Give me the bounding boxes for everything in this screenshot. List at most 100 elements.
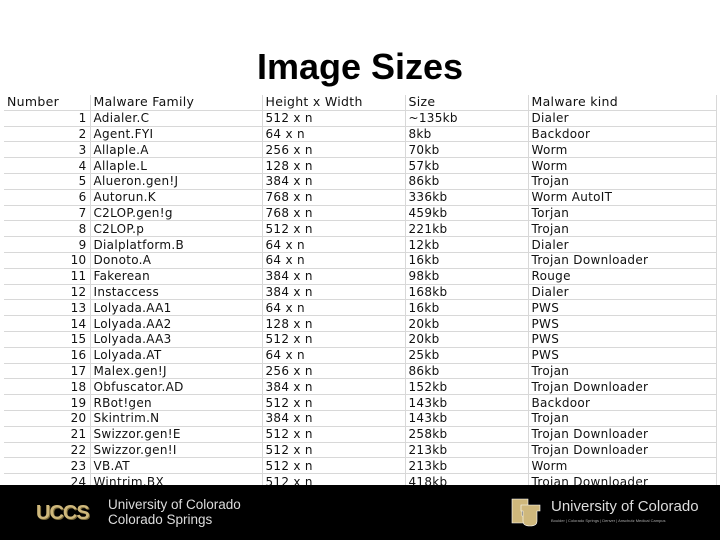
table-cell: 2 bbox=[4, 126, 91, 143]
cu-name: University of Colorado bbox=[551, 498, 699, 515]
table-cell: 64 x n bbox=[262, 299, 406, 317]
table-cell: Lolyada.AT bbox=[90, 347, 263, 364]
table-cell: 512 x n bbox=[262, 394, 406, 411]
table-cell: Trojan Downloader bbox=[528, 378, 717, 396]
table-cell: Instaccess bbox=[90, 284, 263, 301]
table-row: 18 Obfuscator.AD 384 x n 152kb Trojan Downlo… bbox=[4, 378, 717, 396]
table-cell: Trojan bbox=[528, 173, 717, 190]
table-cell: ~135kb bbox=[405, 110, 529, 127]
table-cell: Fakerean bbox=[90, 268, 263, 285]
table-cell: PWS bbox=[528, 347, 717, 364]
column-header: Malware Family bbox=[90, 95, 263, 111]
table-cell: 64 x n bbox=[262, 236, 406, 253]
table-row: 17 Malex.gen!J 256 x n 86kb Trojan bbox=[4, 363, 717, 380]
table-cell: 19 bbox=[4, 394, 91, 411]
table-cell: Backdoor bbox=[528, 394, 717, 411]
table-cell: PWS bbox=[528, 331, 717, 348]
table-cell: 12 bbox=[4, 284, 91, 301]
table-cell: PWS bbox=[528, 299, 717, 317]
table-cell: 221kb bbox=[405, 220, 529, 238]
table-cell: 128 x n bbox=[262, 157, 406, 174]
uccs-line1: University of Colorado bbox=[108, 497, 241, 512]
table-cell: 512 x n bbox=[262, 442, 406, 459]
column-header: Height x Width bbox=[262, 95, 406, 111]
table-cell: 18 bbox=[4, 378, 91, 396]
table-cell: 168kb bbox=[405, 284, 529, 301]
table-cell: Autorun.K bbox=[90, 189, 263, 206]
table-cell: Donoto.A bbox=[90, 252, 263, 269]
table-cell: 16 bbox=[4, 347, 91, 364]
table-row: 15 Lolyada.AA3 512 x n 20kb PWS bbox=[4, 331, 717, 348]
table-cell: 21 bbox=[4, 426, 91, 443]
table-row: 22 Swizzor.gen!I 512 x n 213kb Trojan Downlo… bbox=[4, 442, 717, 459]
column-header: Size bbox=[405, 95, 529, 111]
table-row: 3 Allaple.A 256 x n 70kb Worm bbox=[4, 141, 717, 159]
uccs-name: University of Colorado Colorado Springs bbox=[108, 497, 241, 527]
table-cell: PWS bbox=[528, 315, 717, 332]
table-cell: Rouge bbox=[528, 268, 717, 285]
table-cell: 459kb bbox=[405, 205, 529, 222]
table-cell: C2LOP.gen!g bbox=[90, 205, 263, 222]
table-cell: Worm bbox=[528, 457, 717, 475]
table-cell: Trojan Downloader bbox=[528, 252, 717, 269]
table-cell: 70kb bbox=[405, 141, 529, 159]
table-cell: 64 x n bbox=[262, 347, 406, 364]
table-cell: 8kb bbox=[405, 126, 529, 143]
table-cell: Agent.FYI bbox=[90, 126, 263, 143]
table-cell: 12kb bbox=[405, 236, 529, 253]
table-cell: 64 x n bbox=[262, 252, 406, 269]
table-cell: 384 x n bbox=[262, 378, 406, 396]
slide-title: Image Sizes bbox=[256, 46, 464, 87]
table-cell: 512 x n bbox=[262, 220, 406, 238]
column-header: Number bbox=[4, 95, 91, 111]
table-cell: Worm bbox=[528, 141, 717, 159]
table-cell: 384 x n bbox=[262, 173, 406, 190]
table-row: 12 Instaccess 384 x n 168kb Dialer bbox=[4, 284, 717, 301]
uccs-logo: UCCS bbox=[36, 502, 90, 524]
table-cell: 384 x n bbox=[262, 284, 406, 301]
table-cell: 17 bbox=[4, 363, 91, 380]
table-cell: 10 bbox=[4, 252, 91, 269]
table-row: 19 RBot!gen 512 x n 143kb Backdoor bbox=[4, 394, 717, 411]
table-cell: Lolyada.AA3 bbox=[90, 331, 263, 348]
table-cell: 213kb bbox=[405, 442, 529, 459]
table-row: 6 Autorun.K 768 x n 336kb Worm AutoIT bbox=[4, 189, 717, 206]
table-cell: VB.AT bbox=[90, 457, 263, 475]
table-cell: 64 x n bbox=[262, 126, 406, 143]
table-row: 21 Swizzor.gen!E 512 x n 258kb Trojan Downlo… bbox=[4, 426, 717, 443]
table-cell: 1 bbox=[4, 110, 91, 127]
table-cell: 98kb bbox=[405, 268, 529, 285]
table-row: 7 C2LOP.gen!g 768 x n 459kb Torjan bbox=[4, 205, 717, 222]
table-cell: 336kb bbox=[405, 189, 529, 206]
table-row: 11 Fakerean 384 x n 98kb Rouge bbox=[4, 268, 717, 285]
table-cell: Trojan bbox=[528, 363, 717, 380]
table-cell: 20kb bbox=[405, 315, 529, 332]
table-cell: Worm AutoIT bbox=[528, 189, 717, 206]
table-cell: 256 x n bbox=[262, 141, 406, 159]
table-cell: 23 bbox=[4, 457, 91, 475]
table-cell: 20kb bbox=[405, 331, 529, 348]
table-cell: Trojan bbox=[528, 410, 717, 427]
table-cell: 13 bbox=[4, 299, 91, 317]
table-row: 4 Allaple.L 128 x n 57kb Worm bbox=[4, 157, 717, 174]
table-cell: 213kb bbox=[405, 457, 529, 475]
table-cell: Lolyada.AA1 bbox=[90, 299, 263, 317]
cu-logo-icon bbox=[511, 498, 541, 527]
table-cell: 7 bbox=[4, 205, 91, 222]
table-row: 20 Skintrim.N 384 x n 143kb Trojan bbox=[4, 410, 717, 427]
table-cell: Backdoor bbox=[528, 126, 717, 143]
table-cell: Allaple.L bbox=[90, 157, 263, 174]
table-row: 1 Adialer.C 512 x n ~135kb Dialer bbox=[4, 110, 717, 127]
table-cell: 512 x n bbox=[262, 110, 406, 127]
table-row: 10 Donoto.A 64 x n 16kb Trojan Downloader bbox=[4, 252, 717, 269]
table-cell: 4 bbox=[4, 157, 91, 174]
table-cell: 11 bbox=[4, 268, 91, 285]
table-cell: Alueron.gen!J bbox=[90, 173, 263, 190]
table-cell: 384 x n bbox=[262, 268, 406, 285]
table-cell: 258kb bbox=[405, 426, 529, 443]
table-header-row: Number Malware Family Height x Width Size Ma… bbox=[4, 95, 717, 111]
column-header: Malware kind bbox=[528, 95, 717, 111]
table-cell: C2LOP.p bbox=[90, 220, 263, 238]
table-cell: 3 bbox=[4, 141, 91, 159]
table-cell: Swizzor.gen!I bbox=[90, 442, 263, 459]
